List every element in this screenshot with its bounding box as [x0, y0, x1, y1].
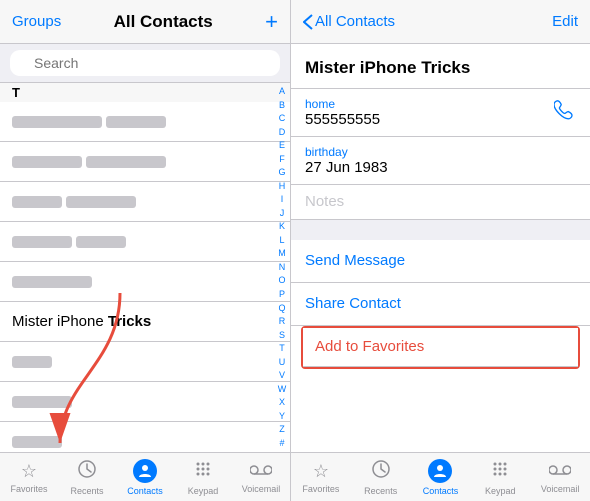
left-panel: Groups All Contacts + 🔍 T: [0, 0, 291, 501]
right-recents-icon: [371, 459, 391, 484]
right-tab-bar: ☆ Favorites Recents: [291, 452, 590, 501]
share-contact-button[interactable]: Share Contact: [291, 283, 590, 326]
right-keypad-icon: [490, 459, 510, 484]
right-contacts-icon: [428, 459, 452, 484]
contact-name-section: Mister iPhone Tricks: [291, 44, 590, 89]
contact-detail-name: Mister iPhone Tricks: [305, 58, 576, 78]
phone-label: home: [305, 97, 554, 111]
add-contact-button[interactable]: +: [265, 11, 278, 33]
left-header: Groups All Contacts +: [0, 0, 290, 44]
tab-recents[interactable]: Recents: [58, 453, 116, 501]
list-item[interactable]: [0, 142, 290, 182]
mister-iphone-tricks-item[interactable]: Mister iPhone Tricks: [0, 302, 290, 342]
voicemail-icon: [250, 461, 272, 482]
section-letter-t: T: [0, 83, 290, 102]
keypad-icon: [193, 459, 213, 484]
right-panel: All Contacts Edit Mister iPhone Tricks h…: [291, 0, 590, 501]
tab-contacts[interactable]: Contacts: [116, 453, 174, 501]
right-voicemail-icon: [549, 461, 571, 482]
contacts-list: T Mister iPhone Tricks: [0, 83, 290, 452]
left-tab-bar: ☆ Favorites Recents: [0, 452, 290, 501]
right-keypad-label: Keypad: [485, 486, 516, 496]
birthday-label: birthday: [305, 145, 576, 159]
search-wrap: 🔍: [10, 50, 280, 76]
list-item[interactable]: [0, 102, 290, 142]
favorites-label: Favorites: [10, 484, 47, 494]
right-tab-voicemail[interactable]: Voicemail: [530, 453, 590, 501]
notes-field[interactable]: Notes: [291, 185, 590, 220]
groups-button[interactable]: Groups: [12, 13, 61, 30]
right-voicemail-label: Voicemail: [541, 484, 580, 494]
list-item[interactable]: [0, 342, 290, 382]
right-recents-label: Recents: [364, 486, 397, 496]
phone-field[interactable]: home 555555555: [291, 89, 590, 137]
section-spacer: [291, 220, 590, 240]
birthday-value: 27 Jun 1983: [305, 159, 576, 176]
list-item[interactable]: [0, 422, 290, 452]
search-input[interactable]: [10, 50, 280, 76]
tab-favorites[interactable]: ☆ Favorites: [0, 453, 58, 501]
send-message-button[interactable]: Send Message: [291, 240, 590, 283]
birthday-field-inner: birthday 27 Jun 1983: [305, 145, 576, 176]
recents-label: Recents: [70, 486, 103, 496]
favorites-icon: ☆: [21, 461, 37, 482]
right-favorites-icon: ☆: [313, 461, 329, 482]
keypad-label: Keypad: [188, 486, 219, 496]
contacts-label: Contacts: [127, 486, 163, 496]
list-item[interactable]: [0, 182, 290, 222]
all-contacts-title: All Contacts: [114, 12, 213, 32]
voicemail-label: Voicemail: [242, 484, 281, 494]
right-tab-contacts[interactable]: Contacts: [411, 453, 471, 501]
back-button[interactable]: All Contacts: [303, 13, 395, 30]
recents-icon: [77, 459, 97, 484]
edit-button[interactable]: Edit: [552, 13, 578, 30]
add-to-favorites-label: Add to Favorites: [315, 338, 424, 355]
contact-name: Mister iPhone Tricks: [12, 313, 151, 330]
alphabet-index[interactable]: A B C D E F G H I J K L M N O P Q R S T …: [274, 83, 290, 452]
right-favorites-label: Favorites: [302, 484, 339, 494]
contact-detail: Mister iPhone Tricks home 555555555 birt…: [291, 44, 590, 452]
tab-voicemail[interactable]: Voicemail: [232, 453, 290, 501]
right-tab-recents[interactable]: Recents: [351, 453, 411, 501]
add-to-favorites-box: Add to Favorites: [301, 326, 580, 369]
birthday-field: birthday 27 Jun 1983: [291, 137, 590, 185]
list-item[interactable]: [0, 382, 290, 422]
send-message-label: Send Message: [305, 252, 405, 269]
list-item[interactable]: [0, 262, 290, 302]
right-contacts-label: Contacts: [423, 486, 459, 496]
contacts-icon: [133, 459, 157, 484]
right-header: All Contacts Edit: [291, 0, 590, 44]
notes-placeholder: Notes: [305, 193, 344, 210]
phone-call-icon[interactable]: [554, 99, 576, 127]
right-tab-favorites[interactable]: ☆ Favorites: [291, 453, 351, 501]
phone-field-inner: home 555555555: [305, 97, 554, 128]
phone-value: 555555555: [305, 111, 554, 128]
share-contact-label: Share Contact: [305, 295, 401, 312]
list-item[interactable]: [0, 222, 290, 262]
add-to-favorites-button[interactable]: Add to Favorites: [303, 328, 578, 367]
search-bar: 🔍: [0, 44, 290, 83]
tab-keypad[interactable]: Keypad: [174, 453, 232, 501]
right-tab-keypad[interactable]: Keypad: [470, 453, 530, 501]
